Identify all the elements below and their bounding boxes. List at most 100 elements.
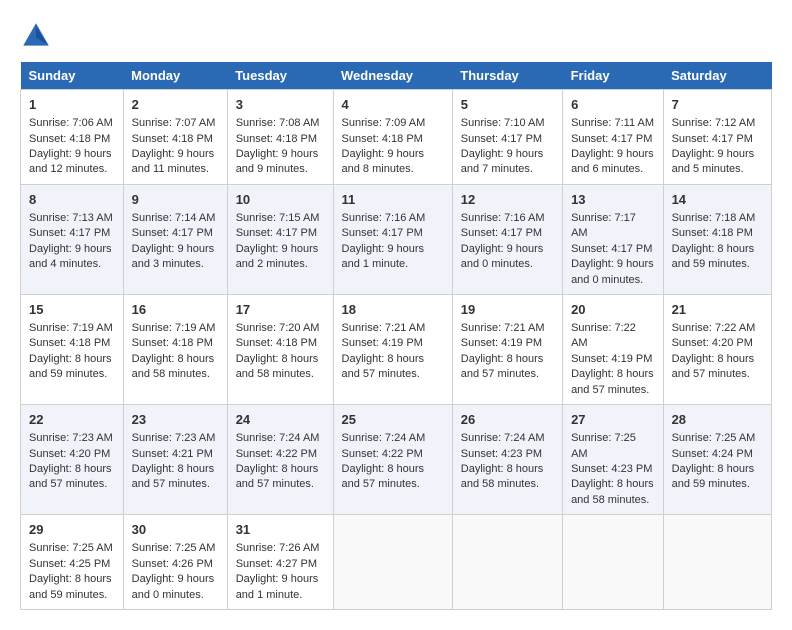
daylight-text: Daylight: 9 hours and 0 minutes.	[132, 573, 215, 600]
day-number: 20	[571, 301, 655, 319]
calendar-cell: 24 Sunrise: 7:24 AM Sunset: 4:22 PM Dayl…	[227, 405, 333, 515]
day-number: 29	[29, 521, 115, 539]
column-header-sunday: Sunday	[21, 62, 124, 90]
sunrise-text: Sunrise: 7:24 AM	[461, 432, 545, 444]
daylight-text: Daylight: 9 hours and 9 minutes.	[236, 148, 319, 175]
day-number: 1	[29, 96, 115, 114]
daylight-text: Daylight: 8 hours and 58 minutes.	[461, 463, 544, 490]
column-header-friday: Friday	[563, 62, 664, 90]
daylight-text: Daylight: 9 hours and 1 minute.	[236, 573, 319, 600]
calendar-cell: 9 Sunrise: 7:14 AM Sunset: 4:17 PM Dayli…	[123, 184, 227, 294]
daylight-text: Daylight: 8 hours and 57 minutes.	[672, 353, 755, 380]
daylight-text: Daylight: 8 hours and 58 minutes.	[236, 353, 319, 380]
week-row: 1 Sunrise: 7:06 AM Sunset: 4:18 PM Dayli…	[21, 90, 772, 185]
calendar-cell: 31 Sunrise: 7:26 AM Sunset: 4:27 PM Dayl…	[227, 515, 333, 610]
sunset-text: Sunset: 4:27 PM	[236, 558, 317, 570]
daylight-text: Daylight: 8 hours and 59 minutes.	[672, 463, 755, 490]
calendar-cell: 17 Sunrise: 7:20 AM Sunset: 4:18 PM Dayl…	[227, 294, 333, 404]
calendar-cell: 22 Sunrise: 7:23 AM Sunset: 4:20 PM Dayl…	[21, 405, 124, 515]
daylight-text: Daylight: 8 hours and 59 minutes.	[29, 353, 112, 380]
sunset-text: Sunset: 4:20 PM	[672, 337, 753, 349]
calendar-cell: 15 Sunrise: 7:19 AM Sunset: 4:18 PM Dayl…	[21, 294, 124, 404]
day-number: 13	[571, 191, 655, 209]
day-number: 12	[461, 191, 554, 209]
day-number: 10	[236, 191, 325, 209]
sunrise-text: Sunrise: 7:17 AM	[571, 212, 636, 239]
sunset-text: Sunset: 4:22 PM	[236, 448, 317, 460]
day-number: 16	[132, 301, 219, 319]
sunset-text: Sunset: 4:19 PM	[571, 353, 652, 365]
sunset-text: Sunset: 4:18 PM	[132, 133, 213, 145]
daylight-text: Daylight: 9 hours and 1 minute.	[342, 243, 425, 270]
day-number: 26	[461, 411, 554, 429]
week-row: 15 Sunrise: 7:19 AM Sunset: 4:18 PM Dayl…	[21, 294, 772, 404]
sunrise-text: Sunrise: 7:15 AM	[236, 212, 320, 224]
sunrise-text: Sunrise: 7:12 AM	[672, 117, 756, 129]
sunset-text: Sunset: 4:17 PM	[461, 227, 542, 239]
day-number: 3	[236, 96, 325, 114]
day-number: 28	[672, 411, 763, 429]
calendar-cell: 7 Sunrise: 7:12 AM Sunset: 4:17 PM Dayli…	[663, 90, 771, 185]
day-number: 14	[672, 191, 763, 209]
sunset-text: Sunset: 4:23 PM	[571, 463, 652, 475]
day-number: 24	[236, 411, 325, 429]
sunset-text: Sunset: 4:18 PM	[236, 337, 317, 349]
daylight-text: Daylight: 9 hours and 6 minutes.	[571, 148, 654, 175]
daylight-text: Daylight: 8 hours and 57 minutes.	[571, 368, 654, 395]
sunrise-text: Sunrise: 7:19 AM	[29, 322, 113, 334]
calendar-cell: 27 Sunrise: 7:25 AM Sunset: 4:23 PM Dayl…	[563, 405, 664, 515]
calendar-cell: 1 Sunrise: 7:06 AM Sunset: 4:18 PM Dayli…	[21, 90, 124, 185]
sunset-text: Sunset: 4:17 PM	[342, 227, 423, 239]
calendar-body: 1 Sunrise: 7:06 AM Sunset: 4:18 PM Dayli…	[21, 90, 772, 610]
sunset-text: Sunset: 4:17 PM	[132, 227, 213, 239]
calendar-cell: 14 Sunrise: 7:18 AM Sunset: 4:18 PM Dayl…	[663, 184, 771, 294]
calendar-table: SundayMondayTuesdayWednesdayThursdayFrid…	[20, 62, 772, 610]
daylight-text: Daylight: 8 hours and 59 minutes.	[672, 243, 755, 270]
daylight-text: Daylight: 9 hours and 12 minutes.	[29, 148, 112, 175]
sunset-text: Sunset: 4:22 PM	[342, 448, 423, 460]
daylight-text: Daylight: 8 hours and 57 minutes.	[29, 463, 112, 490]
sunset-text: Sunset: 4:21 PM	[132, 448, 213, 460]
sunrise-text: Sunrise: 7:19 AM	[132, 322, 216, 334]
day-number: 18	[342, 301, 444, 319]
sunset-text: Sunset: 4:19 PM	[461, 337, 542, 349]
sunrise-text: Sunrise: 7:06 AM	[29, 117, 113, 129]
daylight-text: Daylight: 9 hours and 2 minutes.	[236, 243, 319, 270]
sunrise-text: Sunrise: 7:11 AM	[571, 117, 654, 129]
sunset-text: Sunset: 4:18 PM	[29, 133, 110, 145]
day-number: 8	[29, 191, 115, 209]
day-number: 23	[132, 411, 219, 429]
sunrise-text: Sunrise: 7:14 AM	[132, 212, 216, 224]
calendar-cell: 3 Sunrise: 7:08 AM Sunset: 4:18 PM Dayli…	[227, 90, 333, 185]
sunrise-text: Sunrise: 7:22 AM	[571, 322, 636, 349]
calendar-cell: 12 Sunrise: 7:16 AM Sunset: 4:17 PM Dayl…	[452, 184, 562, 294]
header-row: SundayMondayTuesdayWednesdayThursdayFrid…	[21, 62, 772, 90]
sunset-text: Sunset: 4:17 PM	[571, 133, 652, 145]
sunrise-text: Sunrise: 7:25 AM	[672, 432, 756, 444]
day-number: 22	[29, 411, 115, 429]
sunrise-text: Sunrise: 7:10 AM	[461, 117, 545, 129]
daylight-text: Daylight: 8 hours and 57 minutes.	[236, 463, 319, 490]
calendar-cell: 29 Sunrise: 7:25 AM Sunset: 4:25 PM Dayl…	[21, 515, 124, 610]
daylight-text: Daylight: 9 hours and 5 minutes.	[672, 148, 755, 175]
sunrise-text: Sunrise: 7:25 AM	[571, 432, 636, 459]
sunset-text: Sunset: 4:18 PM	[236, 133, 317, 145]
calendar-cell: 20 Sunrise: 7:22 AM Sunset: 4:19 PM Dayl…	[563, 294, 664, 404]
column-header-tuesday: Tuesday	[227, 62, 333, 90]
sunrise-text: Sunrise: 7:23 AM	[132, 432, 216, 444]
calendar-cell: 19 Sunrise: 7:21 AM Sunset: 4:19 PM Dayl…	[452, 294, 562, 404]
sunset-text: Sunset: 4:18 PM	[672, 227, 753, 239]
day-number: 4	[342, 96, 444, 114]
calendar-cell: 28 Sunrise: 7:25 AM Sunset: 4:24 PM Dayl…	[663, 405, 771, 515]
daylight-text: Daylight: 9 hours and 11 minutes.	[132, 148, 215, 175]
sunset-text: Sunset: 4:17 PM	[571, 243, 652, 255]
daylight-text: Daylight: 9 hours and 8 minutes.	[342, 148, 425, 175]
daylight-text: Daylight: 9 hours and 0 minutes.	[571, 258, 654, 285]
day-number: 6	[571, 96, 655, 114]
sunrise-text: Sunrise: 7:23 AM	[29, 432, 113, 444]
calendar-cell: 6 Sunrise: 7:11 AM Sunset: 4:17 PM Dayli…	[563, 90, 664, 185]
calendar-cell: 21 Sunrise: 7:22 AM Sunset: 4:20 PM Dayl…	[663, 294, 771, 404]
column-header-saturday: Saturday	[663, 62, 771, 90]
calendar-cell: 11 Sunrise: 7:16 AM Sunset: 4:17 PM Dayl…	[333, 184, 452, 294]
sunset-text: Sunset: 4:19 PM	[342, 337, 423, 349]
